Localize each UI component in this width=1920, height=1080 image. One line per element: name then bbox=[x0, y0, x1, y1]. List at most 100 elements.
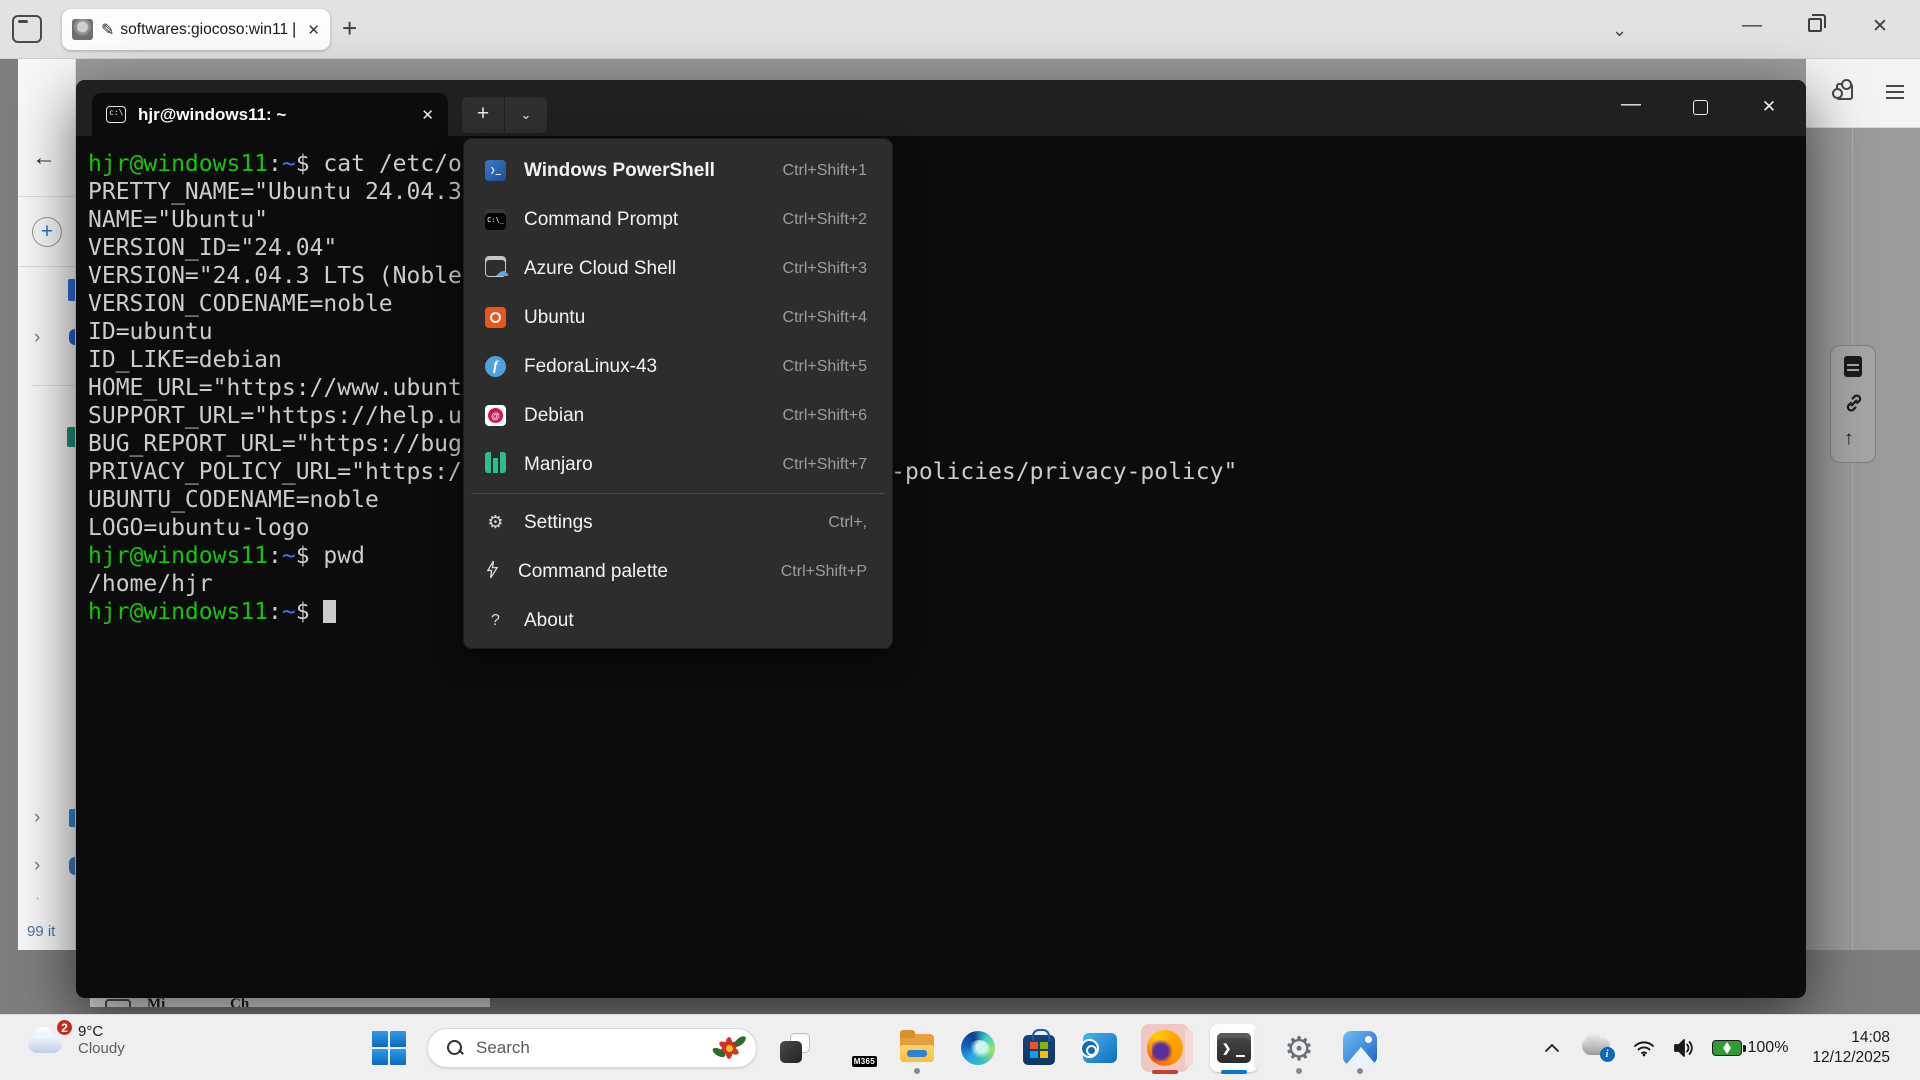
terminal-title-bar[interactable]: hjr@windows11: ~ ✕ + ⌄ — ✕ bbox=[76, 80, 1806, 136]
list-tabs-chevron-icon[interactable]: ⌄ bbox=[1612, 20, 1627, 41]
terminal-taskbar-button[interactable] bbox=[1207, 1020, 1261, 1076]
menu-hamburger-icon[interactable] bbox=[1886, 85, 1904, 99]
chevron-right-icon[interactable]: › bbox=[34, 807, 40, 829]
menu-item-label: Settings bbox=[524, 512, 593, 534]
menu-item-label: Manjaro bbox=[524, 454, 593, 476]
browser-minimize-button[interactable]: — bbox=[1742, 14, 1762, 37]
terminal-tab-close-icon[interactable]: ✕ bbox=[421, 106, 434, 124]
cloud-weather-icon: 2 bbox=[26, 1025, 68, 1055]
menu-item-about[interactable]: ? About bbox=[469, 596, 887, 645]
system-tray: i 100% 14:08 12/12/2025 bbox=[1544, 1015, 1920, 1080]
task-view-button[interactable] bbox=[772, 1020, 818, 1076]
menu-item-label: Ubuntu bbox=[524, 307, 585, 329]
tab-title: softwares:giocoso:win11 [BBr bbox=[120, 21, 295, 39]
scroll-top-arrow-icon[interactable]: ↑ bbox=[1844, 428, 1854, 450]
outlook-button[interactable] bbox=[1077, 1020, 1123, 1076]
menu-item-shortcut: Ctrl+Shift+2 bbox=[783, 211, 867, 229]
command-prompt-icon: C:\_ bbox=[485, 209, 506, 231]
desktop: ✎ softwares:giocoso:win11 [BBr ✕ + ⌄ — ✕… bbox=[0, 0, 1920, 1080]
menu-item-azure-cloud-shell[interactable]: ☁ Azure Cloud Shell Ctrl+Shift+3 bbox=[469, 244, 887, 293]
sidebar-add-button[interactable]: + bbox=[32, 217, 62, 247]
terminal-line: VERSION_CODENAME=noble bbox=[88, 290, 1806, 318]
menu-item-fedoralinux-43[interactable]: fFedoraLinux-43Ctrl+Shift+5 bbox=[469, 342, 887, 391]
browser-tab-bar: ✎ softwares:giocoso:win11 [BBr ✕ + ⌄ — ✕ bbox=[0, 0, 1920, 59]
tab-close-icon[interactable]: ✕ bbox=[307, 21, 320, 39]
menu-item-label: FedoraLinux-43 bbox=[524, 356, 657, 378]
menu-item-settings[interactable]: ⚙SettingsCtrl+, bbox=[469, 498, 887, 547]
reader-tools-panel: ↑ bbox=[1830, 345, 1876, 463]
chevron-right-icon[interactable]: › bbox=[34, 855, 40, 877]
menu-item-label: Azure Cloud Shell bbox=[524, 258, 676, 280]
m365-copilot-button[interactable]: M365 bbox=[833, 1020, 879, 1076]
browser-tab[interactable]: ✎ softwares:giocoso:win11 [BBr ✕ bbox=[62, 9, 330, 50]
menu-item-label: About bbox=[524, 610, 574, 632]
terminal-close-button[interactable]: ✕ bbox=[1738, 80, 1800, 136]
photos-button[interactable] bbox=[1337, 1020, 1383, 1076]
terminal-profile-menu: ❯_Windows PowerShellCtrl+Shift+1C:\_Comm… bbox=[463, 138, 893, 649]
sidebar-item-partial[interactable] bbox=[67, 427, 75, 447]
browser-restore-button[interactable] bbox=[1808, 18, 1822, 32]
menu-item-command-palette[interactable]: Command paletteCtrl+Shift+P bbox=[469, 547, 887, 596]
firefox-button[interactable] bbox=[1138, 1020, 1192, 1076]
terminal-line: HOME_URL="https://www.ubuntu.com/" bbox=[88, 374, 1806, 402]
menu-item-shortcut: Ctrl+Shift+3 bbox=[783, 260, 867, 278]
terminal-icon bbox=[1217, 1033, 1251, 1063]
sidebar-divider bbox=[32, 385, 76, 386]
task-view-icon bbox=[780, 1033, 810, 1063]
extensions-puzzle-icon[interactable] bbox=[1836, 83, 1853, 100]
new-tab-button[interactable]: + bbox=[342, 15, 357, 41]
file-explorer-icon bbox=[900, 1034, 934, 1062]
notification-badge: 2 bbox=[55, 1018, 74, 1037]
azure-cloud-shell-icon: ☁ bbox=[485, 256, 506, 282]
outlook-icon bbox=[1083, 1033, 1117, 1063]
terminal-new-tab-button[interactable]: + bbox=[462, 97, 504, 133]
microsoft-store-button[interactable] bbox=[1016, 1020, 1062, 1076]
wifi-icon[interactable] bbox=[1632, 1038, 1656, 1058]
menu-item-ubuntu[interactable]: UbuntuCtrl+Shift+4 bbox=[469, 293, 887, 342]
terminal-tab[interactable]: hjr@windows11: ~ ✕ bbox=[92, 93, 448, 136]
chevron-right-icon[interactable]: › bbox=[34, 327, 40, 349]
menu-item-shortcut: Ctrl+Shift+5 bbox=[783, 358, 867, 376]
search-input[interactable] bbox=[476, 1038, 676, 1058]
sidebar-item-partial[interactable] bbox=[69, 857, 75, 875]
link-icon[interactable] bbox=[1843, 392, 1865, 414]
edge-button[interactable] bbox=[955, 1020, 1001, 1076]
terminal-output[interactable]: hjr@windows11:~$ cat /etc/os-releasePRET… bbox=[76, 136, 1806, 626]
menu-item-command-prompt[interactable]: C:\_Command PromptCtrl+Shift+2 bbox=[469, 195, 887, 244]
sidebar-toggle-icon[interactable] bbox=[12, 15, 42, 43]
menu-item-label: Debian bbox=[524, 405, 584, 427]
tab-favicon bbox=[72, 19, 93, 40]
menu-item-manjaro[interactable]: Manjaro Ctrl+Shift+7 bbox=[469, 440, 887, 489]
terminal-profile-dropdown-button[interactable]: ⌄ bbox=[505, 97, 547, 133]
terminal-line: hjr@windows11:~$ pwd bbox=[88, 542, 1806, 570]
menu-item-debian[interactable]: @DebianCtrl+Shift+6 bbox=[469, 391, 887, 440]
document-icon[interactable] bbox=[1844, 356, 1862, 377]
manjaro-icon bbox=[485, 452, 506, 478]
settings-button[interactable]: ⚙ bbox=[1276, 1020, 1322, 1076]
battery-icon[interactable] bbox=[1712, 1040, 1742, 1056]
browser-sidebar: ← + › › › ` 99 it bbox=[18, 59, 76, 950]
sidebar-item-partial[interactable] bbox=[69, 809, 75, 827]
file-explorer-button[interactable] bbox=[894, 1020, 940, 1076]
poinsettia-flower-icon bbox=[714, 1033, 744, 1063]
hidden-icons-chevron[interactable] bbox=[1544, 1043, 1560, 1053]
volume-icon[interactable] bbox=[1672, 1038, 1696, 1058]
taskbar-search[interactable] bbox=[427, 1028, 757, 1068]
weather-widget[interactable]: 2 9°C Cloudy bbox=[26, 1023, 125, 1057]
back-arrow-icon[interactable]: ← bbox=[32, 144, 56, 172]
windows-logo-icon bbox=[372, 1031, 406, 1065]
menu-item-windows-powershell[interactable]: ❯_Windows PowerShellCtrl+Shift+1 bbox=[469, 146, 887, 195]
terminal-maximize-button[interactable] bbox=[1669, 80, 1731, 136]
start-button[interactable] bbox=[366, 1020, 412, 1076]
terminal-minimize-button[interactable]: — bbox=[1600, 80, 1662, 136]
browser-close-button[interactable]: ✕ bbox=[1872, 15, 1888, 38]
menu-item-shortcut: Ctrl+Shift+7 bbox=[783, 456, 867, 474]
sidebar-divider bbox=[18, 196, 76, 197]
onedrive-icon[interactable]: i bbox=[1582, 1037, 1612, 1059]
sidebar-item-partial[interactable] bbox=[69, 329, 75, 345]
terminal-line: hjr@windows11:~$ bbox=[88, 598, 1806, 626]
clock[interactable]: 14:08 12/12/2025 bbox=[1812, 1028, 1890, 1068]
page-scrollbar[interactable] bbox=[1852, 128, 1853, 950]
sidebar-item-partial[interactable] bbox=[68, 279, 75, 301]
about-icon: ? bbox=[485, 610, 506, 631]
